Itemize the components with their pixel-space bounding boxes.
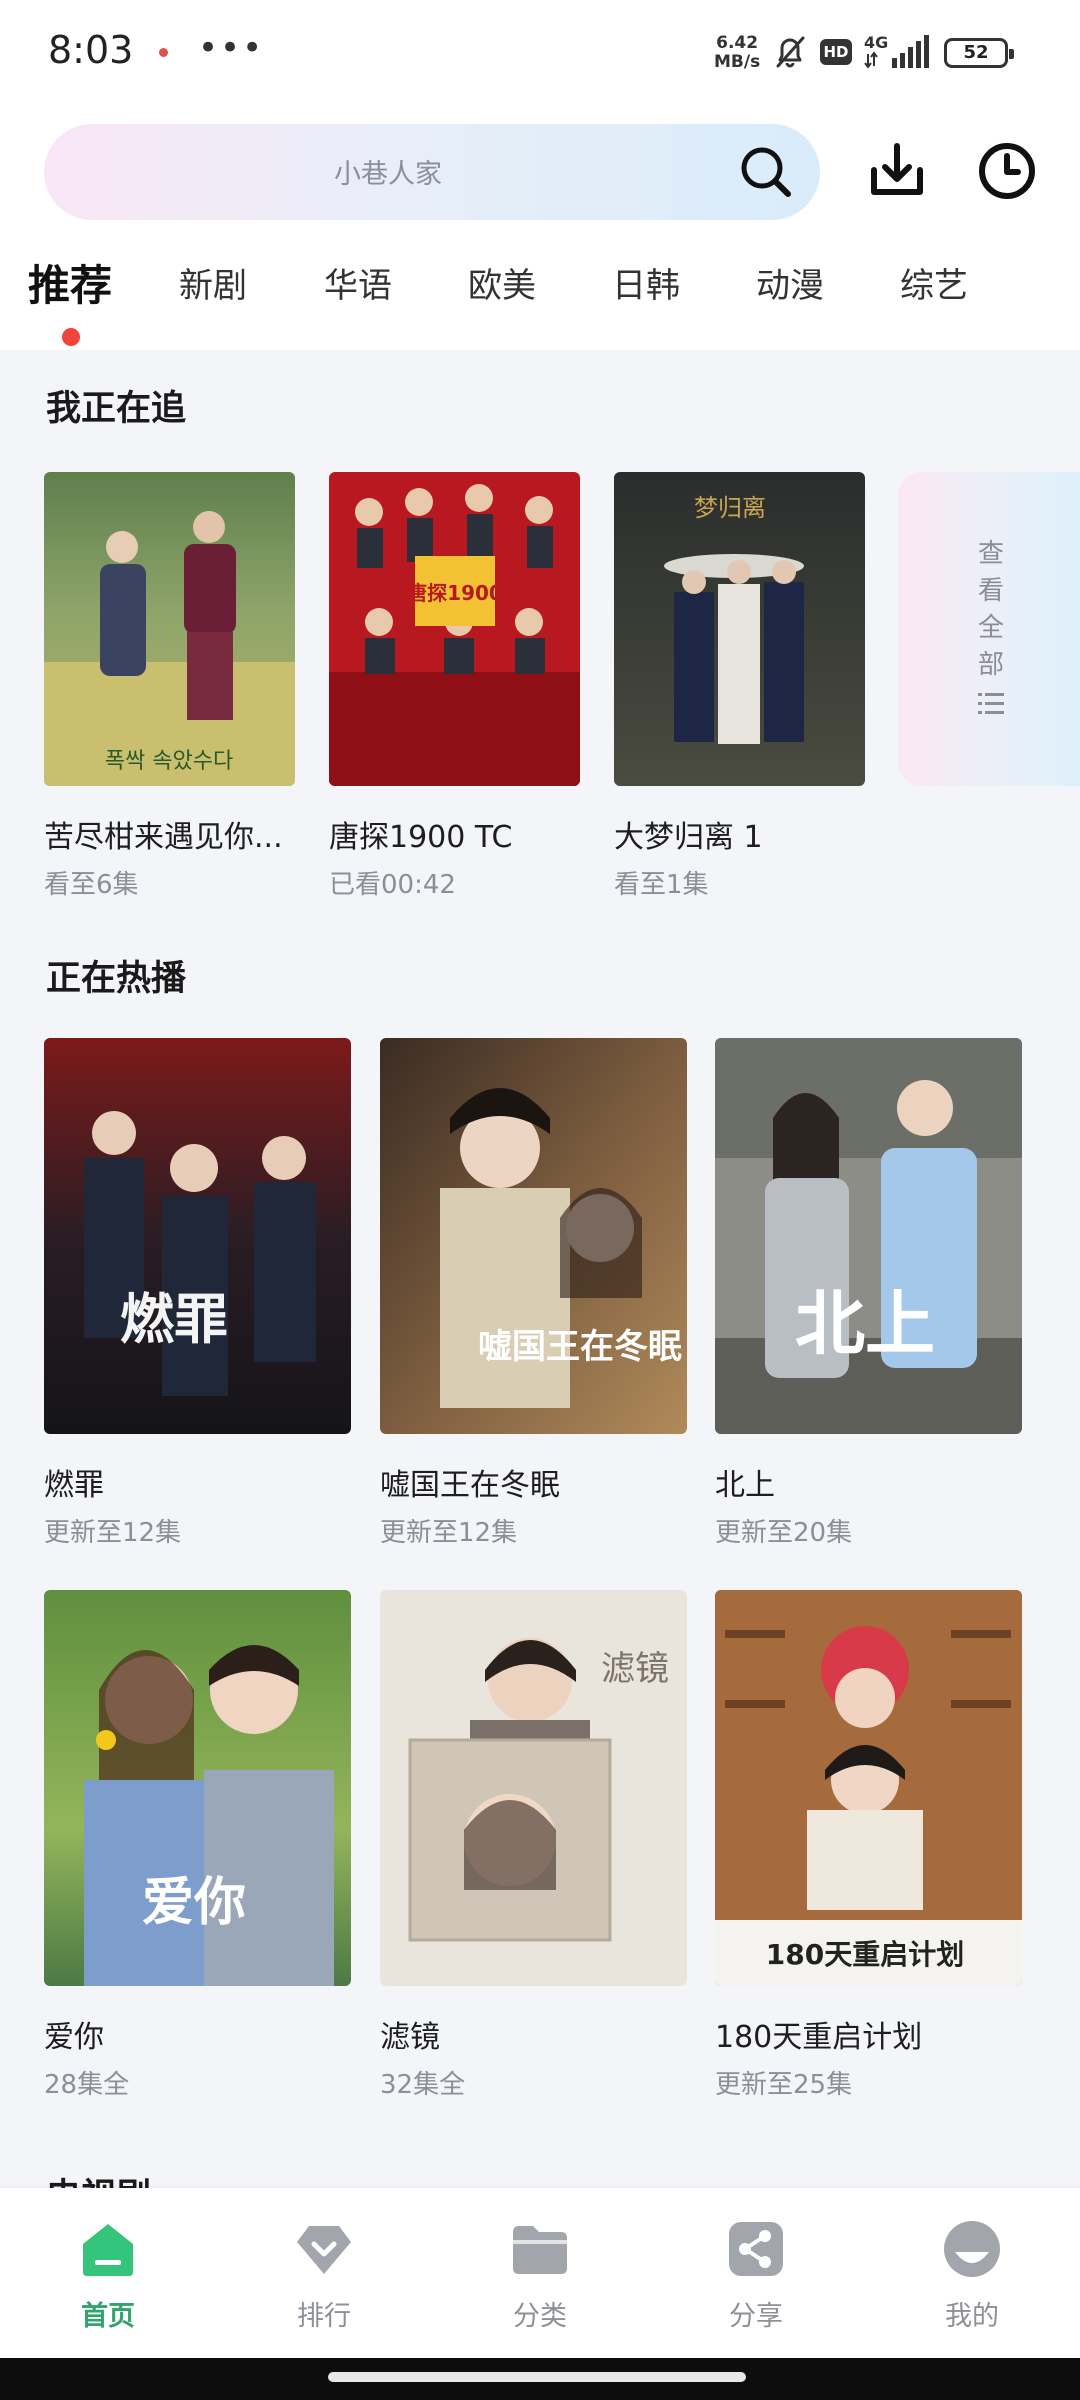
card-status: 更新至12集	[380, 1518, 518, 1548]
nav-category[interactable]: 分类	[470, 2218, 610, 2333]
card-title: 爱你	[44, 2020, 104, 2055]
poster-hot-6[interactable]: 180天重启计划	[715, 1590, 1022, 1986]
tab-japan-korea[interactable]: 日韩	[612, 258, 680, 307]
poster-text: 燃罪	[120, 1288, 228, 1351]
poster-following-2[interactable]: 唐探1900	[329, 472, 580, 786]
poster-text: 梦归离	[694, 494, 766, 522]
poster-hot-2[interactable]: 嘘国王在冬眠	[380, 1038, 687, 1434]
card-title: 燃罪	[44, 1468, 104, 1503]
search-placeholder: 小巷人家	[334, 159, 442, 190]
network-speed: 6.42 MB/s	[714, 34, 760, 72]
home-gesture-bar[interactable]	[328, 2372, 746, 2382]
poster-hot-1[interactable]: 燃罪	[44, 1038, 351, 1434]
nav-ranking[interactable]: 排行	[254, 2218, 394, 2333]
poster-text: 180天重启计划	[766, 1938, 964, 1971]
poster-text: 北上	[795, 1283, 935, 1365]
poster-image: 180天重启计划	[715, 1590, 1022, 1986]
tab-chinese[interactable]: 华语	[324, 258, 392, 307]
nav-label: 首页	[81, 2301, 135, 2332]
folder-icon	[513, 2226, 567, 2274]
nav-label: 排行	[297, 2301, 351, 2332]
poster-image: 唐探1900	[329, 472, 580, 786]
card-title: 苦尽柑来遇见你...	[44, 820, 283, 855]
card-status: 28集全	[44, 2070, 130, 2100]
cellular-signal-icon: 4G	[864, 33, 929, 69]
ranking-icon	[297, 2226, 351, 2274]
poster-image: 北上	[715, 1038, 1022, 1434]
view-all-label: 查看全部	[977, 539, 1004, 680]
card-title: 180天重启计划	[715, 2020, 923, 2055]
card-title: 滤镜	[380, 2020, 440, 2055]
poster-image: 嘘国王在冬眠	[380, 1038, 687, 1434]
tab-variety[interactable]: 综艺	[900, 258, 968, 307]
poster-image: 滤镜	[380, 1590, 687, 1986]
poster-text: 폭싹 속았수다	[105, 749, 233, 774]
nav-share[interactable]: 分享	[686, 2218, 826, 2333]
share-icon	[729, 2222, 783, 2276]
poster-following-1[interactable]: 폭싹 속았수다	[44, 472, 295, 786]
card-status: 32集全	[380, 2070, 466, 2100]
nav-label: 分享	[729, 2301, 783, 2332]
card-status: 更新至12集	[44, 1518, 182, 1548]
card-status: 更新至20集	[715, 1518, 853, 1548]
card-status: 更新至25集	[715, 2070, 853, 2100]
poster-image: 梦归离	[614, 472, 865, 786]
gesture-navigation-area	[0, 2358, 1080, 2400]
profile-icon	[944, 2221, 1000, 2277]
poster-image: 폭싹 속았수다	[44, 472, 295, 786]
poster-image: 燃罪	[44, 1038, 351, 1434]
history-clock-icon[interactable]	[976, 140, 1038, 202]
status-bar: 8:03 ••• 6.42 MB/s HD 4G 52	[0, 0, 1080, 106]
bottom-navigation: 首页 排行 分类 分享 我的	[0, 2188, 1080, 2358]
poster-hot-5[interactable]: 滤镜	[380, 1590, 687, 1986]
search-icon[interactable]	[738, 144, 794, 200]
recording-indicator-icon	[159, 48, 168, 57]
download-icon[interactable]	[866, 140, 928, 202]
card-progress: 看至1集	[614, 870, 709, 900]
poster-text: 嘘国王在冬眠	[478, 1327, 682, 1367]
network-type: 4G	[864, 33, 888, 52]
poster-hot-3[interactable]: 北上	[715, 1038, 1022, 1434]
poster-following-3[interactable]: 梦归离	[614, 472, 865, 786]
card-title: 大梦归离 1	[614, 820, 763, 855]
tab-anime[interactable]: 动漫	[756, 258, 824, 307]
nav-profile[interactable]: 我的	[902, 2218, 1042, 2333]
nav-home[interactable]: 首页	[38, 2218, 178, 2333]
nav-label: 我的	[945, 2301, 999, 2332]
card-progress: 已看00:42	[329, 870, 456, 900]
poster-text: 唐探1900	[407, 581, 503, 605]
section-title-following: 我正在追	[46, 389, 187, 429]
poster-text: 滤镜	[601, 1649, 669, 1689]
poster-hot-4[interactable]: 爱你	[44, 1590, 351, 1986]
tab-recommend[interactable]: 推荐	[28, 252, 112, 313]
card-title: 嘘国王在冬眠	[380, 1468, 560, 1503]
battery-level: 52	[944, 38, 1014, 68]
nav-label: 分类	[513, 2301, 567, 2332]
list-icon	[978, 693, 1004, 714]
category-tabs: 推荐 新剧 华语 欧美 日韩 动漫 综艺	[0, 258, 1080, 338]
status-time: 8:03	[48, 28, 134, 72]
card-title: 北上	[715, 1468, 775, 1503]
tab-new-drama[interactable]: 新剧	[179, 258, 247, 307]
tab-western[interactable]: 欧美	[468, 258, 536, 307]
network-speed-unit: MB/s	[714, 52, 761, 72]
hd-voice-badge: HD	[820, 39, 852, 65]
card-title: 唐探1900 TC	[329, 820, 513, 855]
poster-text: 爱你	[142, 1872, 246, 1933]
view-all-button[interactable]: 查看全部	[898, 472, 1080, 786]
home-icon	[83, 2224, 133, 2276]
search-bar[interactable]: 小巷人家	[44, 124, 820, 220]
section-title-hot: 正在热播	[46, 959, 187, 999]
network-speed-value: 6.42	[716, 33, 759, 53]
more-notifications-icon: •••	[198, 28, 265, 68]
card-progress: 看至6集	[44, 870, 139, 900]
active-tab-indicator	[62, 328, 80, 346]
bell-muted-icon	[776, 36, 805, 68]
poster-image: 爱你	[44, 1590, 351, 1986]
